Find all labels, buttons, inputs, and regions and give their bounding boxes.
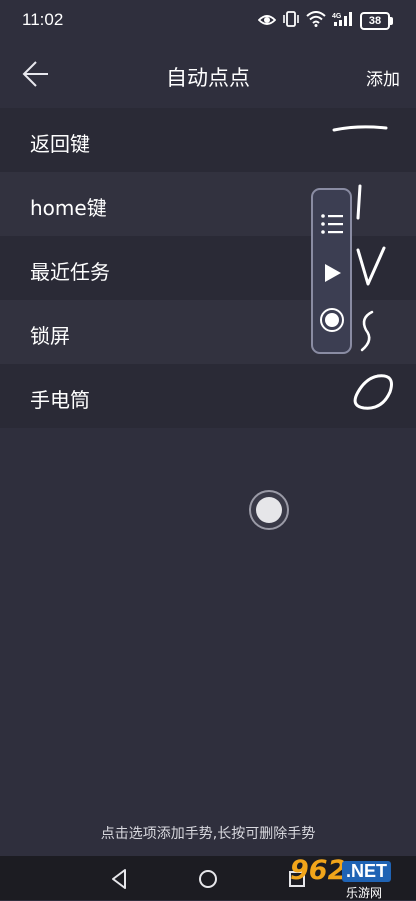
eye-icon (257, 12, 277, 31)
list-item-label: 锁屏 (30, 324, 70, 348)
nav-back-button[interactable] (104, 864, 134, 894)
list-item-label: 最近任务 (30, 260, 110, 284)
page-title: 自动点点 (166, 66, 250, 90)
list-item-lock-screen[interactable]: 锁屏 (0, 300, 416, 364)
status-time: 11:02 (22, 10, 64, 29)
floating-assistive-button[interactable] (249, 490, 289, 530)
vibrate-icon (282, 11, 300, 31)
record-button[interactable] (313, 300, 350, 340)
list-item-label: 手电筒 (30, 388, 90, 412)
list-item-home-key[interactable]: home键 (0, 172, 416, 236)
home-circle-icon (199, 870, 217, 888)
record-icon (319, 308, 344, 332)
watermark-subtitle: 乐游网 (346, 886, 383, 900)
status-icons: 4G 38 (257, 11, 393, 31)
watermark-logo: 962 .NET 乐游网 (272, 853, 412, 900)
status-bar: 11:02 4G 38 (0, 0, 416, 40)
list-button[interactable] (313, 204, 350, 244)
list-item-label: 返回键 (30, 132, 90, 156)
add-button[interactable]: 添加 (366, 65, 400, 90)
play-icon (324, 264, 341, 282)
list-item-flashlight[interactable]: 手电筒 (0, 364, 416, 428)
nav-home-button[interactable] (193, 864, 223, 894)
gesture-horizontal-line-icon (332, 125, 388, 132)
wifi-icon (306, 11, 326, 31)
list-icon (320, 214, 343, 234)
watermark-number: 962 (290, 855, 347, 886)
svg-text:4G: 4G (332, 13, 342, 20)
hint-text: 点击选项添加手势,长按可删除手势 (100, 826, 316, 842)
list-item-recent-tasks[interactable]: 最近任务 (0, 236, 416, 300)
watermark-domain: .NET (342, 861, 392, 882)
list-item-label: home键 (30, 196, 107, 220)
floating-control-panel[interactable] (311, 188, 352, 354)
list-item-back-key[interactable]: 返回键 (0, 108, 416, 172)
signal-icon: 4G (332, 11, 354, 31)
app-header: 自动点点 添加 (0, 40, 416, 108)
battery-icon: 38 (360, 12, 393, 30)
gesture-list: 返回键 home键 最近任务 锁屏 手电筒 (0, 108, 416, 428)
gesture-o-shape-icon (353, 374, 393, 410)
back-triangle-icon (112, 869, 126, 889)
play-button[interactable] (313, 253, 350, 293)
